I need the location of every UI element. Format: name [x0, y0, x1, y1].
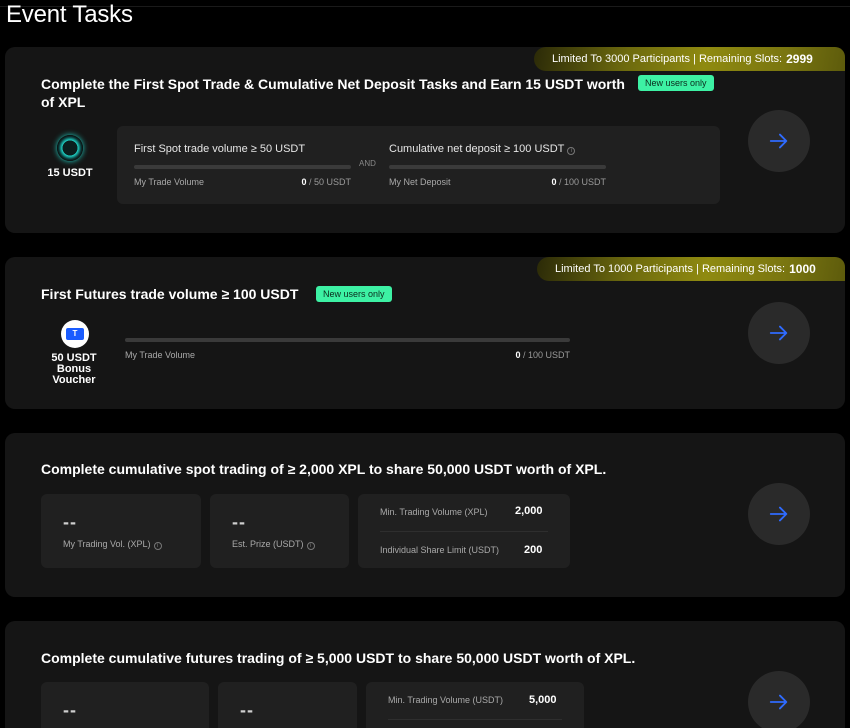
- reward-amount: 15 USDT: [47, 167, 93, 179]
- my-trading-vol-box: --: [41, 682, 209, 728]
- and-connector: AND: [359, 159, 376, 168]
- kv-divider: [380, 531, 548, 532]
- go-task-button[interactable]: [748, 110, 810, 172]
- go-task-button[interactable]: [748, 671, 810, 728]
- spot-progress-text: 0 / 50 USDT: [301, 177, 351, 187]
- info-icon[interactable]: i: [153, 542, 162, 550]
- participants-banner: Limited To 3000 Participants | Remaining…: [534, 47, 845, 71]
- min-trading-volume-label: Min. Trading Volume (USDT): [388, 695, 504, 705]
- my-trading-vol-box: -- My Trading Vol. (XPL) i: [41, 494, 201, 568]
- task-title: Complete cumulative futures trading of ≥…: [41, 650, 636, 666]
- requirements-box: Min. Trading Volume (USDT) 5,000: [366, 682, 584, 728]
- my-net-deposit-label: My Net Deposit: [389, 177, 451, 187]
- voucher-icon: T: [61, 320, 89, 348]
- my-trading-vol-value: --: [63, 512, 77, 532]
- futures-progress-bar: [125, 338, 570, 342]
- go-task-button[interactable]: [748, 483, 810, 545]
- est-prize-box: --: [218, 682, 357, 728]
- share-limit-label: Individual Share Limit (USDT): [380, 545, 500, 555]
- my-trade-volume-label: My Trade Volume: [125, 350, 196, 360]
- arrow-right-icon: [769, 133, 788, 149]
- requirements-panel: First Spot trade volume ≥ 50 USDT My Tra…: [117, 126, 720, 204]
- futures-progress-text: 0 / 100 USDT: [515, 350, 570, 360]
- remaining-slots: 1000: [789, 262, 816, 276]
- new-users-badge: New users only: [638, 75, 714, 91]
- deposit-progress-text: 0 / 100 USDT: [551, 177, 606, 187]
- coin-icon: [57, 135, 83, 161]
- arrow-right-icon: [769, 694, 788, 710]
- info-icon[interactable]: i: [567, 147, 576, 155]
- kv-divider: [388, 719, 562, 720]
- participants-banner: Limited To 1000 Participants | Remaining…: [537, 257, 845, 281]
- new-users-badge: New users only: [316, 286, 392, 302]
- requirements-box: Min. Trading Volume (XPL) 2,000 Individu…: [358, 494, 570, 568]
- est-prize-value: --: [232, 512, 246, 532]
- deposit-progress-bar: [389, 165, 606, 169]
- my-trade-volume-label: My Trade Volume: [134, 177, 205, 187]
- my-trading-vol-label: My Trading Vol. (XPL) i: [63, 539, 162, 550]
- task-card-futures-share: Complete cumulative futures trading of ≥…: [5, 621, 845, 728]
- arrow-right-icon: [769, 506, 788, 522]
- reward-voucher: 50 USDT Bonus Voucher: [51, 352, 97, 386]
- page-title: Event Tasks: [6, 1, 133, 28]
- go-task-button[interactable]: [748, 302, 810, 364]
- req-spot-label: First Spot trade volume ≥ 50 USDT: [134, 143, 306, 155]
- req-deposit-label: Cumulative net deposit ≥ 100 USDT i: [389, 143, 576, 155]
- my-trading-vol-value: --: [63, 700, 77, 720]
- est-prize-box: -- Est. Prize (USDT) i: [210, 494, 349, 568]
- task-card-spot-share: Complete cumulative spot trading of ≥ 2,…: [5, 433, 845, 597]
- task-card-futures: Limited To 1000 Participants | Remaining…: [5, 257, 845, 409]
- est-prize-value: --: [240, 700, 254, 720]
- est-prize-label: Est. Prize (USDT) i: [232, 539, 315, 550]
- arrow-right-icon: [769, 325, 788, 341]
- task-card-spot-deposit: Limited To 3000 Participants | Remaining…: [5, 47, 845, 233]
- info-icon[interactable]: i: [306, 542, 315, 550]
- share-limit-value: 200: [524, 544, 543, 556]
- min-trading-volume-label: Min. Trading Volume (XPL): [380, 507, 488, 517]
- min-trading-volume-value: 2,000: [515, 505, 543, 517]
- remaining-slots: 2999: [786, 52, 813, 66]
- task-title: First Futures trade volume ≥ 100 USDT: [41, 286, 299, 302]
- spot-progress-bar: [134, 165, 351, 169]
- task-title: Complete the First Spot Trade & Cumulati…: [41, 76, 625, 110]
- task-title: Complete cumulative spot trading of ≥ 2,…: [41, 461, 607, 477]
- min-trading-volume-value: 5,000: [529, 694, 557, 706]
